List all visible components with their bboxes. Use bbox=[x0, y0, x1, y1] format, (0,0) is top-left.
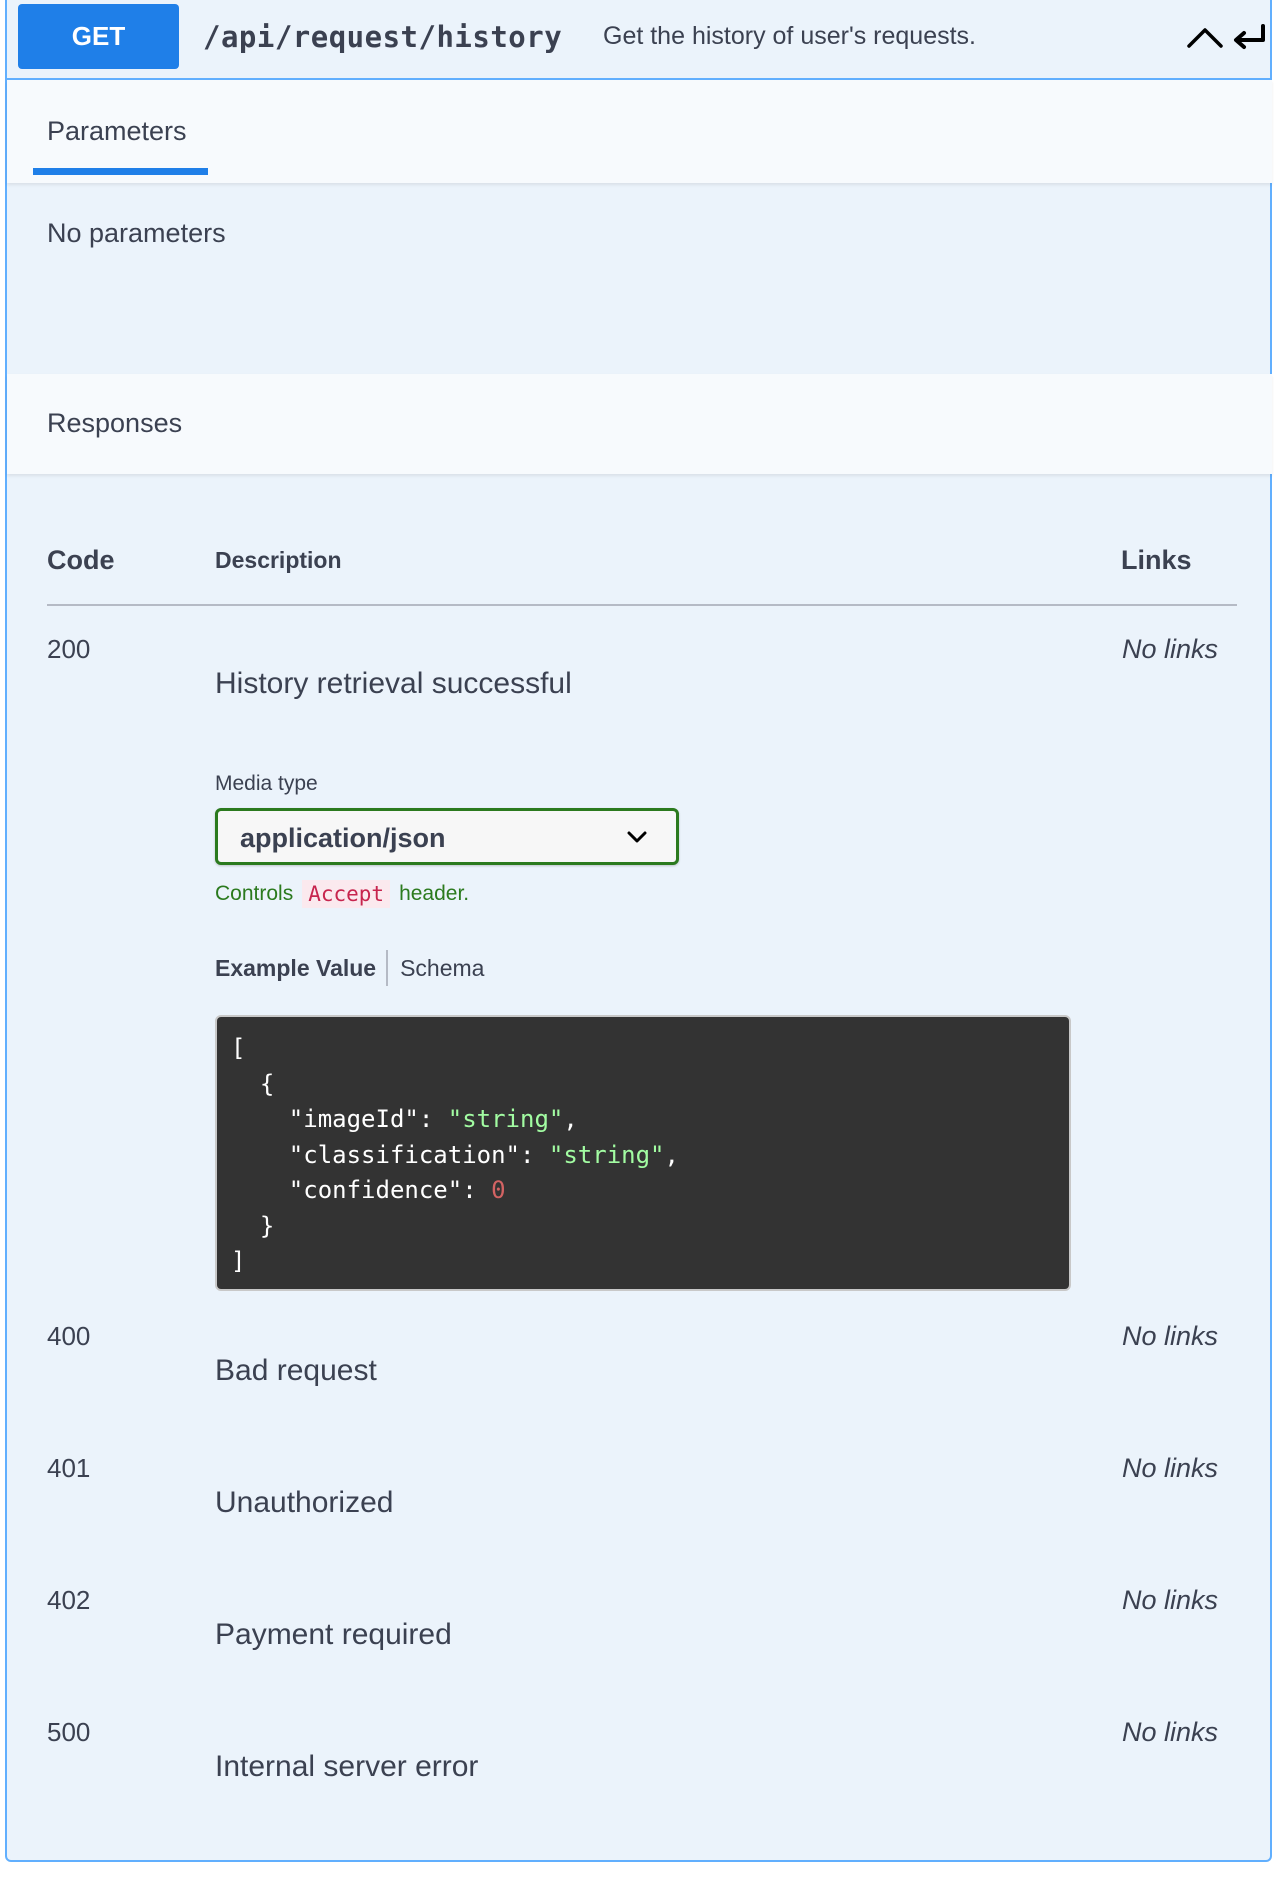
response-code: 500 bbox=[47, 1717, 91, 1747]
column-header-description: Description bbox=[215, 547, 342, 573]
json-line: ] bbox=[231, 1247, 246, 1275]
controls-suffix: header. bbox=[399, 882, 470, 905]
json-key: "imageId" bbox=[288, 1105, 419, 1133]
chevron-up-icon[interactable] bbox=[1185, 22, 1225, 54]
response-description: Bad request bbox=[215, 1354, 377, 1387]
example-json-block: [ { "imageId": "string", "classification… bbox=[215, 1015, 1071, 1291]
response-description: Unauthorized bbox=[215, 1486, 394, 1519]
response-links: No links bbox=[1122, 1321, 1219, 1351]
parameters-tab-bar: Parameters bbox=[7, 80, 1272, 183]
response-description: History retrieval successful bbox=[215, 667, 572, 700]
response-code: 402 bbox=[47, 1585, 91, 1615]
response-links: No links bbox=[1122, 1453, 1219, 1483]
tab-schema[interactable]: Schema bbox=[388, 955, 484, 982]
return-arrow-icon[interactable] bbox=[1229, 22, 1269, 54]
response-links: No links bbox=[1122, 1717, 1219, 1747]
http-method-badge: GET bbox=[18, 4, 179, 69]
column-header-links: Links bbox=[1121, 545, 1192, 575]
endpoint-path: /api/request/history bbox=[203, 20, 563, 54]
endpoint-summary: Get the history of user's requests. bbox=[603, 22, 976, 50]
json-field: "classification": "string", bbox=[288, 1140, 679, 1169]
json-line: { bbox=[231, 1069, 275, 1098]
controls-prefix: Controls bbox=[215, 882, 294, 905]
response-description: Internal server error bbox=[215, 1750, 479, 1783]
media-type-label: Media type bbox=[215, 772, 318, 795]
json-field: "confidence": 0 bbox=[288, 1176, 506, 1204]
json-key: "confidence" bbox=[288, 1176, 463, 1204]
active-tab-indicator bbox=[33, 168, 208, 175]
table-header-divider bbox=[47, 604, 1237, 606]
media-type-hint: Controls Accept header. bbox=[215, 880, 469, 908]
no-parameters-text: No parameters bbox=[47, 218, 226, 248]
operation-block: GET /api/request/history Get the history… bbox=[5, 0, 1272, 1862]
media-type-selected: application/json bbox=[240, 823, 446, 853]
responses-title: Responses bbox=[47, 408, 183, 438]
json-line: [ bbox=[231, 1034, 246, 1062]
response-code: 401 bbox=[47, 1453, 91, 1483]
accept-header-code: Accept bbox=[302, 880, 391, 908]
operation-summary[interactable]: GET /api/request/history Get the history… bbox=[7, 0, 1272, 80]
tab-example-value[interactable]: Example Value bbox=[215, 955, 386, 982]
response-links: No links bbox=[1122, 634, 1219, 664]
response-code: 400 bbox=[47, 1321, 91, 1351]
json-value: "string" bbox=[548, 1140, 665, 1169]
json-key: "classification" bbox=[288, 1140, 520, 1169]
json-value: "string" bbox=[447, 1105, 564, 1133]
column-header-code: Code bbox=[47, 545, 115, 575]
response-description: Payment required bbox=[215, 1618, 452, 1651]
json-field: "imageId": "string", bbox=[288, 1105, 578, 1133]
responses-header: Responses bbox=[7, 374, 1272, 474]
chevron-down-icon bbox=[627, 831, 647, 843]
media-type-select[interactable]: application/json bbox=[215, 808, 679, 865]
json-line: } bbox=[231, 1211, 275, 1240]
example-tabs: Example Value Schema bbox=[215, 950, 484, 986]
tab-parameters[interactable]: Parameters bbox=[47, 116, 187, 147]
json-comma: , bbox=[664, 1140, 679, 1169]
json-value: 0 bbox=[491, 1176, 506, 1204]
json-comma: , bbox=[563, 1105, 578, 1133]
response-links: No links bbox=[1122, 1585, 1219, 1615]
response-code: 200 bbox=[47, 634, 91, 664]
